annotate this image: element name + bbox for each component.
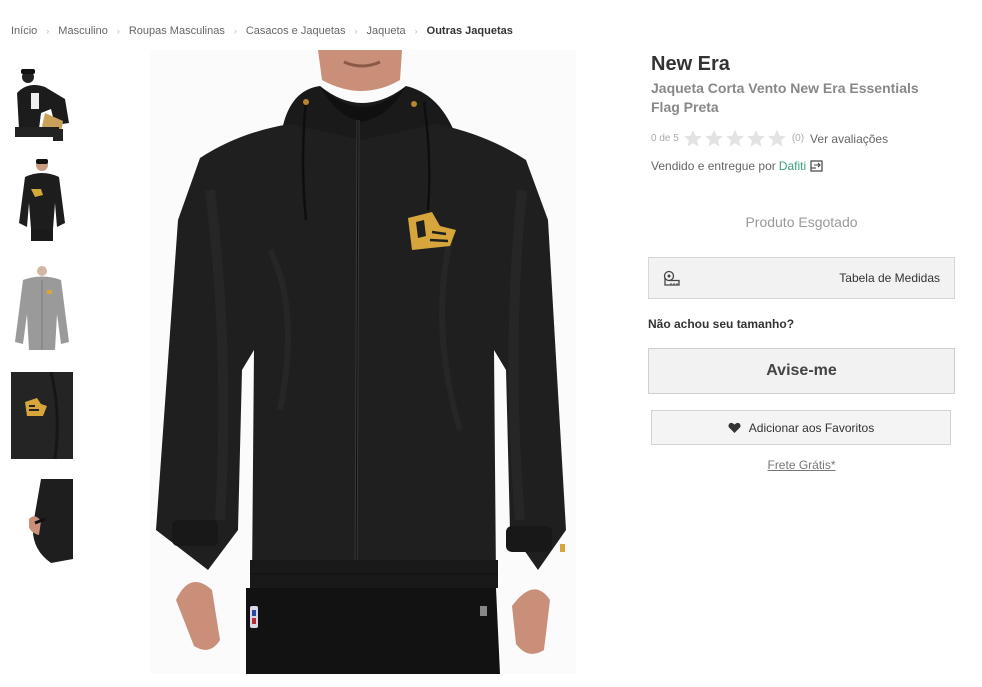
product-brand[interactable]: New Era bbox=[651, 53, 730, 76]
seller-link[interactable]: Dafiti bbox=[779, 159, 806, 173]
see-reviews-link[interactable]: Ver avaliações bbox=[810, 132, 888, 146]
store-exchange-icon[interactable] bbox=[810, 159, 824, 173]
rating-count: (0) bbox=[791, 133, 805, 144]
breadcrumb-separator: › bbox=[414, 26, 418, 36]
size-table-button[interactable]: Tabela de Medidas bbox=[648, 257, 955, 299]
main-product-photo[interactable] bbox=[150, 50, 576, 674]
product-name: Jaqueta Corta Vento New Era Essentials F… bbox=[651, 80, 919, 115]
breadcrumb-jaqueta[interactable]: Jaqueta bbox=[367, 25, 406, 37]
notify-me-button[interactable]: Avise-me bbox=[648, 348, 955, 394]
breadcrumb-home[interactable]: Início bbox=[11, 25, 37, 37]
breadcrumb-current: Outras Jaquetas bbox=[426, 25, 513, 37]
breadcrumb-separator: › bbox=[46, 26, 50, 36]
breadcrumb-casacos-jaquetas[interactable]: Casacos e Jaquetas bbox=[246, 25, 346, 37]
no-size-question: Não achou seu tamanho? bbox=[648, 317, 795, 331]
rating-label: 0 de 5 bbox=[651, 133, 679, 144]
breadcrumb-separator: › bbox=[233, 26, 237, 36]
add-to-favorites-label: Adicionar aos Favoritos bbox=[748, 420, 875, 435]
thumbnail-model-seated[interactable] bbox=[11, 63, 73, 150]
sold-out-status: Produto Esgotado bbox=[745, 214, 858, 230]
rating-stars bbox=[683, 129, 788, 148]
star-icon bbox=[768, 130, 786, 147]
size-table-label: Tabela de Medidas bbox=[839, 271, 940, 285]
star-icon bbox=[705, 130, 723, 147]
breadcrumb-roupas-masculinas[interactable]: Roupas Masculinas bbox=[129, 25, 225, 37]
breadcrumb-separator: › bbox=[354, 26, 358, 36]
measuring-tape-icon bbox=[663, 270, 680, 286]
add-to-favorites-button[interactable]: Adicionar aos Favoritos bbox=[651, 410, 951, 445]
seller-info: Vendido e entregue por Dafiti bbox=[651, 159, 824, 173]
breadcrumb-masculino[interactable]: Masculino bbox=[58, 25, 108, 37]
thumbnail-logo-detail[interactable] bbox=[11, 372, 73, 459]
notify-me-label: Avise-me bbox=[766, 362, 837, 379]
rating: 0 de 5 (0) Ver avaliações bbox=[651, 129, 888, 148]
breadcrumb-separator: › bbox=[116, 26, 120, 36]
breadcrumb: Início › Masculino › Roupas Masculinas ›… bbox=[11, 25, 513, 37]
thumbnail-jacket-grey[interactable] bbox=[11, 264, 73, 351]
star-icon bbox=[726, 130, 744, 147]
star-icon bbox=[747, 130, 765, 147]
heart-icon bbox=[728, 422, 741, 433]
seller-text: Vendido e entregue por bbox=[651, 159, 776, 173]
thumbnail-jacket-front[interactable] bbox=[11, 157, 73, 244]
free-shipping-link[interactable]: Frete Grátis* bbox=[648, 458, 955, 472]
star-icon bbox=[684, 130, 702, 147]
thumbnail-sleeve-detail[interactable] bbox=[11, 479, 73, 566]
